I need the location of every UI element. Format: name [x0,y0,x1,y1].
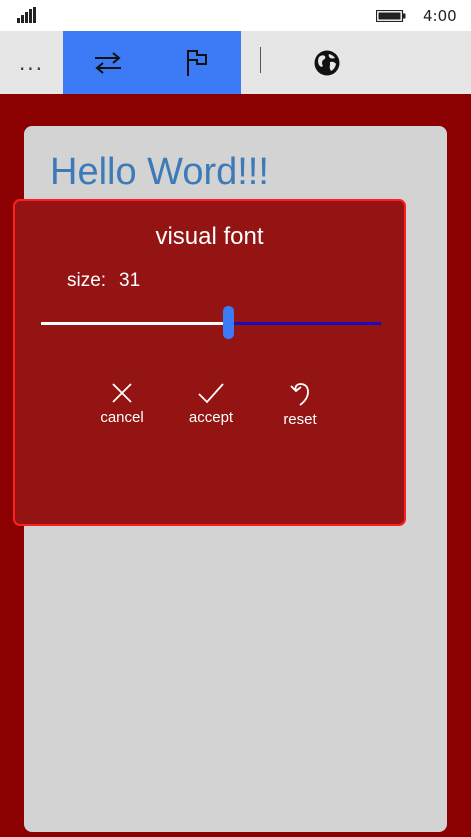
accept-label: accept [188,409,234,426]
checkmark-icon [198,383,224,404]
slider-track-empty [234,322,381,325]
cancel-label: cancel [100,409,144,426]
dialog-title: visual font [155,223,264,250]
app-bar: ... [0,31,471,94]
globe-button[interactable] [282,31,371,94]
more-button[interactable]: ... [0,31,63,94]
swap-arrows-icon [94,51,121,74]
flag-button[interactable] [152,31,241,94]
battery-icon [376,10,406,22]
accept-button[interactable]: accept [171,381,251,441]
reset-label: reset [283,411,317,428]
appbar-separator [260,47,261,73]
globe-icon [314,50,339,75]
clock: 4:00 [423,7,457,25]
undo-icon [290,383,309,406]
visual-font-dialog: visual font size: 31 cancel accept reset [13,199,406,526]
signal-strength-icon [17,7,36,23]
size-value: 31 [119,270,141,291]
size-label: size: [67,270,107,291]
preview-heading: Hello Word!!! [50,151,269,193]
cancel-button[interactable]: cancel [82,381,162,441]
slider-track-filled [41,322,223,325]
status-bar: 4:00 [0,0,471,31]
font-size-slider[interactable] [41,306,381,342]
reset-button[interactable]: reset [260,381,340,441]
slider-thumb[interactable] [223,306,234,339]
close-icon [112,383,132,403]
flag-icon [186,49,207,76]
swap-button[interactable] [63,31,152,94]
